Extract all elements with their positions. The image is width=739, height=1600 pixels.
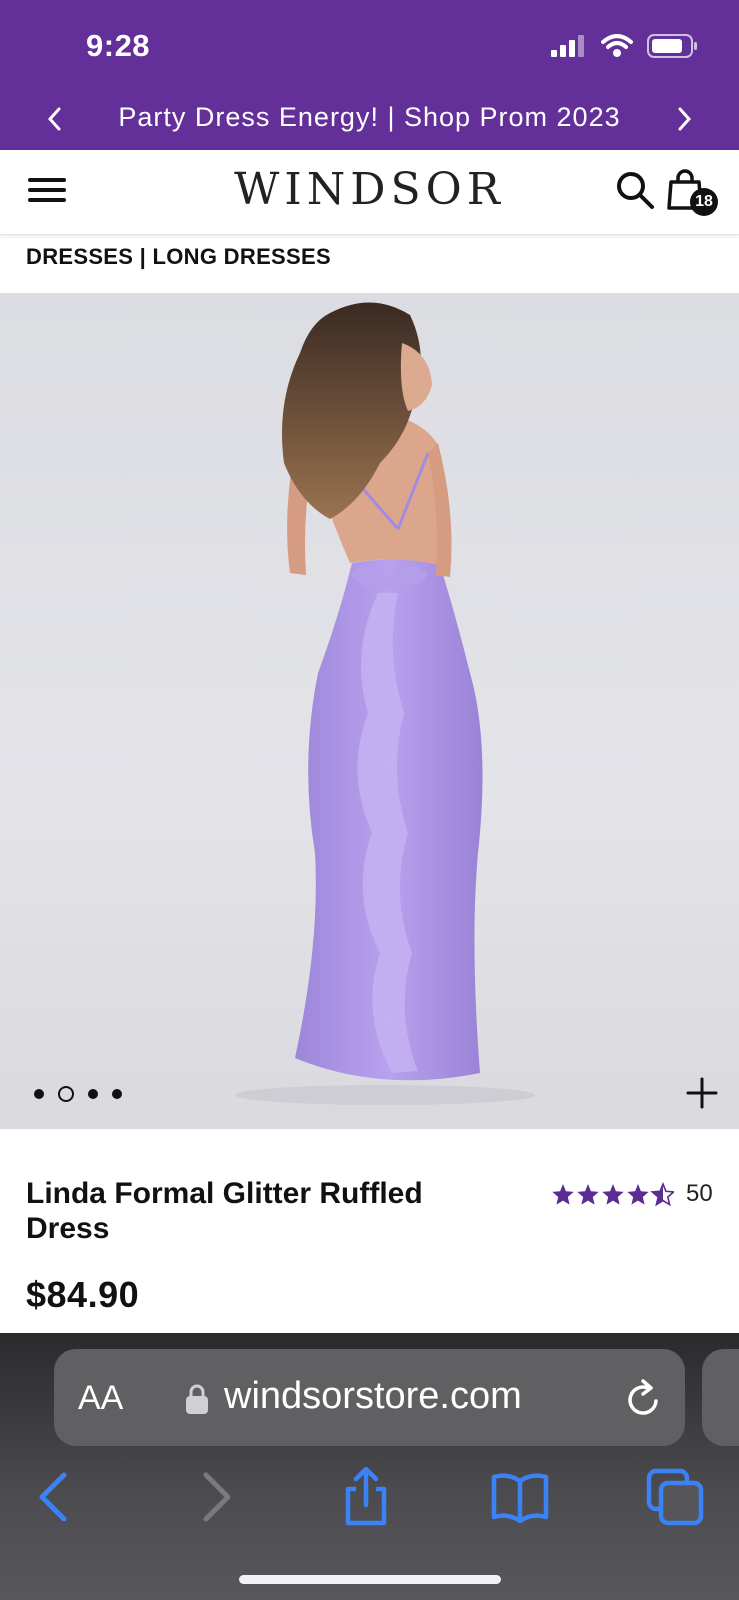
battery-icon xyxy=(647,34,697,58)
cart-count-badge[interactable]: 18 xyxy=(690,188,718,216)
browser-toolbar: AA windsorstore.com xyxy=(0,1333,739,1600)
dress-photo xyxy=(235,302,535,1105)
status-time: 9:28 xyxy=(86,28,151,63)
reload-icon[interactable] xyxy=(624,1377,664,1421)
text-size-label[interactable]: AA xyxy=(78,1379,123,1417)
zoom-plus-icon[interactable] xyxy=(686,1077,718,1109)
next-tab-peek[interactable] xyxy=(702,1349,739,1446)
product-image[interactable] xyxy=(0,293,739,1129)
carousel-dot-active[interactable] xyxy=(58,1086,74,1102)
forward-arrow-icon[interactable] xyxy=(184,1467,244,1527)
tabs-icon[interactable] xyxy=(645,1467,705,1527)
top-band: 9:28 Party Dress Energy! | Shop Prom 202… xyxy=(0,0,739,150)
product-rating[interactable]: 50 xyxy=(552,1180,713,1208)
lock-icon xyxy=(186,1384,208,1414)
product-price: $84.90 xyxy=(26,1274,140,1315)
product-title: Linda Formal Glitter Ruffled Dress xyxy=(26,1177,423,1245)
carousel-dot[interactable] xyxy=(88,1089,98,1099)
bookmarks-icon[interactable] xyxy=(490,1467,550,1527)
url-text[interactable]: windsorstore.com xyxy=(224,1375,522,1418)
chevron-right-icon[interactable] xyxy=(669,104,699,134)
status-icons xyxy=(551,34,699,58)
address-bar[interactable]: AA windsorstore.com xyxy=(54,1349,685,1446)
text-size-button[interactable]: AA xyxy=(78,1379,123,1418)
share-icon[interactable] xyxy=(336,1467,396,1527)
star-rating-icon xyxy=(552,1183,674,1206)
promo-banner[interactable]: Party Dress Energy! | Shop Prom 2023 xyxy=(0,94,739,144)
breadcrumb[interactable]: DRESSES | LONG DRESSES xyxy=(26,244,331,270)
search-icon[interactable] xyxy=(615,170,655,210)
review-count[interactable]: 50 xyxy=(686,1180,713,1208)
image-carousel-dots[interactable] xyxy=(34,1086,122,1102)
cellular-signal-icon xyxy=(551,35,584,57)
home-indicator[interactable] xyxy=(239,1575,501,1584)
promo-text[interactable]: Party Dress Energy! | Shop Prom 2023 xyxy=(0,102,739,133)
site-header: WINDSOR 18 xyxy=(0,150,739,235)
carousel-dot[interactable] xyxy=(112,1089,122,1099)
back-arrow-icon[interactable] xyxy=(26,1467,86,1527)
carousel-dot[interactable] xyxy=(34,1089,44,1099)
wifi-icon xyxy=(601,34,633,57)
